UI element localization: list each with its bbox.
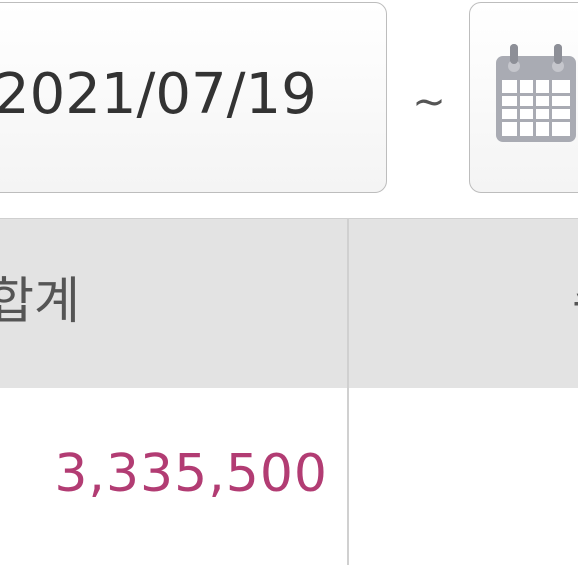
column-header-total-label: 합계: [0, 272, 80, 330]
start-date-field[interactable]: 2021/07/19: [0, 2, 387, 193]
screen: 2021/07/19 ~ 합계 3,335,500: [0, 0, 578, 565]
summary-table: 합계 수 3,335,500: [0, 218, 578, 565]
date-range-separator: ~: [412, 79, 446, 125]
table-row: 3,335,500: [0, 388, 578, 565]
column-header-next-label: 수: [572, 269, 578, 333]
start-date-value: 2021/07/19: [0, 62, 317, 127]
column-header-next: 수: [350, 219, 578, 389]
column-divider: [347, 218, 349, 565]
cell-total: 3,335,500: [0, 388, 348, 565]
calendar-icon[interactable]: [494, 42, 578, 144]
table-header: 합계 수: [0, 218, 578, 388]
column-header-total: 합계: [0, 219, 348, 389]
date-range-filter: 2021/07/19 ~: [0, 0, 578, 218]
total-amount: 3,335,500: [54, 444, 328, 504]
cell-next: [350, 388, 578, 565]
